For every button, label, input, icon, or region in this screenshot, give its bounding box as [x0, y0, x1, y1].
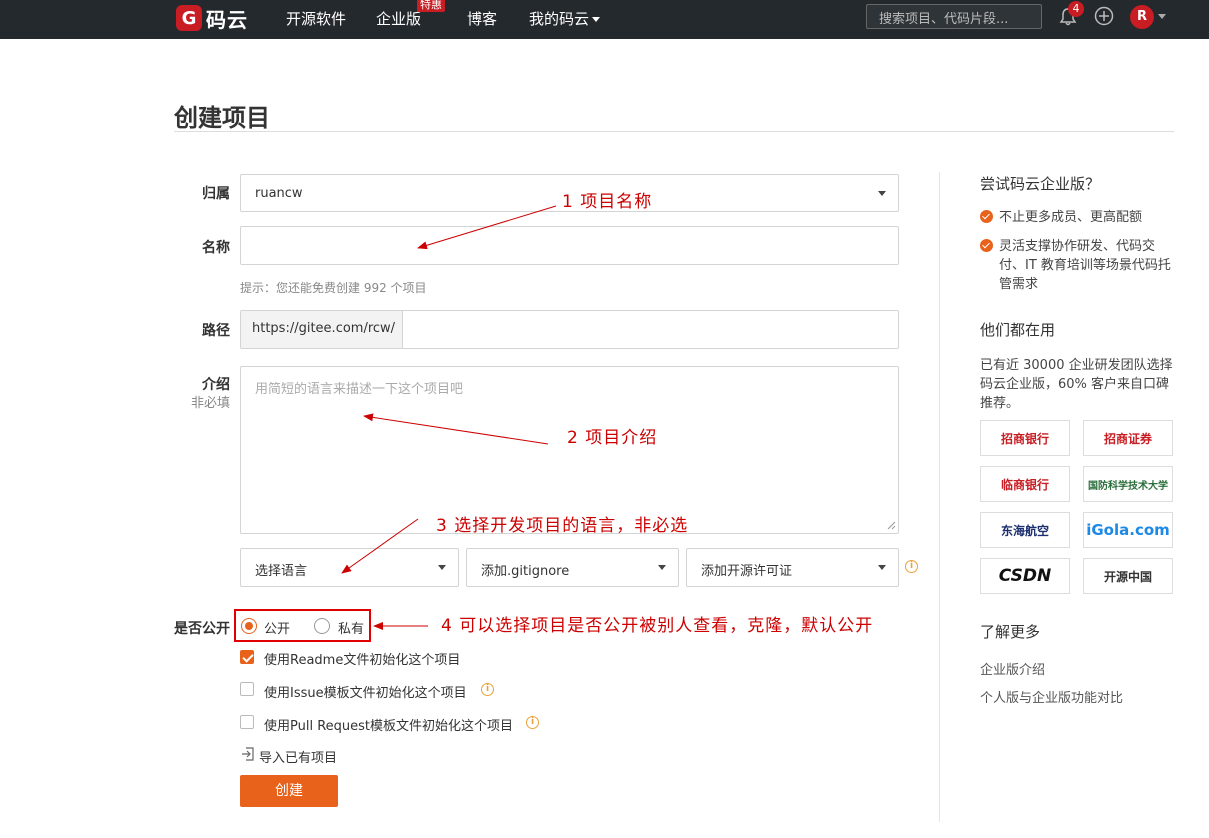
check-circle-icon — [980, 210, 993, 223]
annotation-arrow-1 — [417, 205, 557, 250]
logo-igola: iGola.com — [1083, 512, 1173, 548]
annotation-arrow-3 — [341, 518, 419, 574]
sidebar-divider — [939, 172, 940, 822]
compare-link[interactable]: 个人版与企业版功能对比 — [980, 687, 1123, 706]
logo-nudt: 国防科学技术大学 — [1083, 466, 1173, 502]
users-heading: 他们都在用 — [980, 321, 1056, 339]
annotation-1: 1 项目名称 — [562, 192, 653, 212]
annotation-4: 4 可以选择项目是否公开被别人查看，克隆，默认公开 — [441, 616, 874, 636]
annotation-arrows — [341, 205, 557, 630]
logo-oschina: 开源中国 — [1083, 558, 1173, 594]
annotation-2: 2 项目介绍 — [567, 428, 658, 448]
annotation-3: 3 选择开发项目的语言，非必选 — [436, 516, 689, 536]
annotation-arrow-2 — [363, 413, 549, 445]
logo-cmb: 招商银行 — [980, 420, 1070, 456]
check-circle-icon — [980, 239, 993, 252]
logo-donghai-airlines: 东海航空 — [980, 512, 1070, 548]
logo-csdn: CSDN — [980, 558, 1070, 594]
learn-more-heading: 了解更多 — [980, 623, 1041, 641]
feature-item: 灵活支撑协作研发、代码交付、IT 教育培训等场景代码托管需求 — [999, 239, 1171, 292]
feature-item: 不止更多成员、更高配额 — [999, 210, 1143, 225]
logo-linshang-bank: 临商银行 — [980, 466, 1070, 502]
logo-cmbs: 招商证券 — [1083, 420, 1173, 456]
enterprise-trial-heading: 尝试码云企业版？ — [980, 175, 1101, 193]
enterprise-intro-link[interactable]: 企业版介绍 — [980, 659, 1045, 678]
users-description: 已有近 30000 企业研发团队选择码云企业版，60% 客户来自口碑推荐。 — [980, 358, 1173, 411]
